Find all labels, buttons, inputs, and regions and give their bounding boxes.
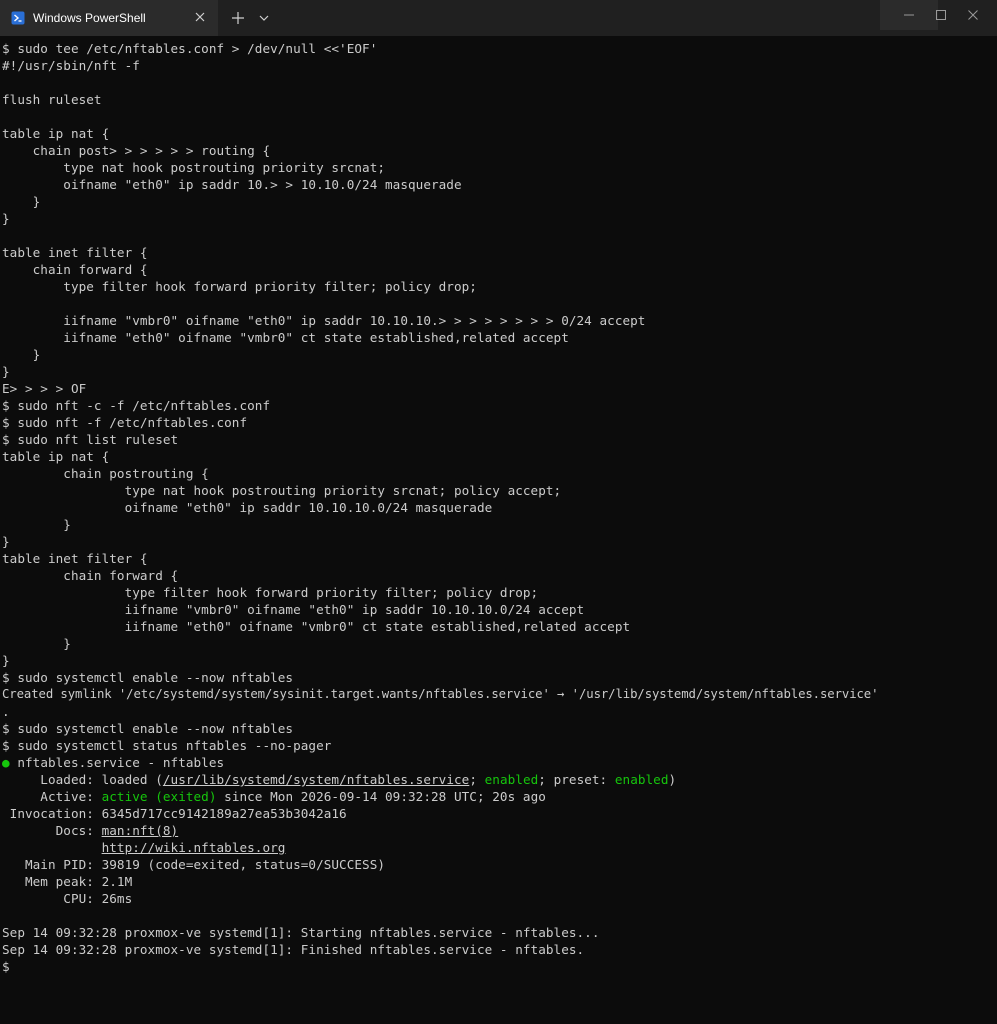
status-cpu: CPU: 26ms (2, 891, 133, 906)
terminal-line: #!/usr/sbin/nft -f (2, 58, 140, 73)
terminal-line: $ sudo tee /etc/nftables.conf > /dev/nul… (2, 41, 378, 56)
chevron-down-icon[interactable] (258, 12, 270, 24)
terminal-line: chain postrouting { (2, 466, 209, 481)
terminal-line: table ip nat { (2, 126, 110, 141)
terminal-output[interactable]: $ sudo tee /etc/nftables.conf > /dev/nul… (0, 38, 997, 1024)
loaded-post: ) (668, 772, 677, 787)
terminal-line: $ sudo nft list ruleset (2, 432, 179, 447)
title-bar: Windows PowerShell (0, 0, 997, 36)
plus-icon[interactable] (230, 10, 246, 26)
terminal-line: $ sudo systemctl status nftables --no-pa… (2, 738, 332, 753)
docs-link-wiki[interactable]: http://wiki.nftables.org (102, 840, 286, 855)
status-header-line: ● nftables.service - nftables (2, 754, 224, 771)
terminal-line: Created symlink '/etc/systemd/system/sys… (2, 687, 879, 701)
terminal-line: chain forward { (2, 262, 148, 277)
terminal-line: } (2, 534, 10, 549)
terminal-line: iifname "eth0" oifname "vmbr0" ct state … (2, 619, 631, 634)
terminal-line: chain forward { (2, 568, 179, 583)
status-invocation: Invocation: 6345d717cc9142189a27ea53b304… (2, 806, 347, 821)
enabled-state: enabled (484, 772, 539, 787)
terminal-line: } (2, 636, 71, 651)
terminal-line: flush ruleset (2, 92, 102, 107)
loaded-label: Loaded: (2, 772, 102, 787)
terminal-line: iifname "eth0" oifname "vmbr0" ct state … (2, 330, 569, 345)
powershell-icon (11, 11, 25, 25)
status-main-pid: Main PID: 39819 (code=exited, status=0/S… (2, 857, 386, 872)
terminal-line: type nat hook postrouting priority srcna… (2, 160, 386, 175)
status-mem-peak: Mem peak: 2.1M (2, 874, 133, 889)
window-close-button[interactable] (944, 0, 997, 30)
status-docs-line: Docs: man:nft(8) (2, 822, 179, 839)
prompt-line: $ (2, 959, 10, 974)
terminal-line: table inet filter { (2, 245, 148, 260)
preset-state: enabled (614, 772, 669, 787)
log-line: Sep 14 09:32:28 proxmox-ve systemd[1]: S… (2, 925, 600, 940)
terminal-line: E> > > > OF (2, 381, 87, 396)
active-state: active (exited) (101, 789, 217, 804)
status-bullet: ● (2, 755, 10, 770)
status-header: nftables.service - nftables (9, 755, 225, 770)
tab-windows-powershell[interactable]: Windows PowerShell (0, 0, 218, 36)
terminal-line: } (2, 194, 41, 209)
active-since: since Mon 2026-09-14 09:32:28 UTC; 20s a… (216, 789, 546, 804)
status-loaded-line: Loaded: loaded (/usr/lib/systemd/system/… (2, 771, 676, 788)
docs-label: Docs: (2, 823, 102, 838)
terminal-line: table inet filter { (2, 551, 148, 566)
docs-link-man[interactable]: man:nft(8) (102, 823, 179, 838)
status-active-line: Active: active (exited) since Mon 2026-0… (2, 788, 546, 805)
terminal-line: type filter hook forward priority filter… (2, 279, 477, 294)
terminal-line: $ sudo nft -f /etc/nftables.conf (2, 415, 248, 430)
status-docs-line-2: http://wiki.nftables.org (2, 839, 286, 856)
terminal-line: $ sudo systemctl enable --now nftables (2, 721, 294, 736)
close-icon[interactable] (193, 10, 207, 24)
terminal-line: oifname "eth0" ip saddr 10.10.10.0/24 ma… (2, 500, 493, 515)
terminal-line: } (2, 517, 71, 532)
terminal-line: chain post> > > > > > routing { (2, 143, 271, 158)
terminal-line: } (2, 653, 10, 668)
close-icon (968, 10, 978, 20)
terminal-line: $ sudo nft -c -f /etc/nftables.conf (2, 398, 271, 413)
terminal-line: iifname "vmbr0" oifname "eth0" ip saddr … (2, 313, 646, 328)
terminal-line: type nat hook postrouting priority srcna… (2, 483, 562, 498)
terminal-line: } (2, 364, 10, 379)
terminal-line: oifname "eth0" ip saddr 10.> > 10.10.0/2… (2, 177, 462, 192)
active-label: Active: (2, 789, 102, 804)
preset-label: ; preset: (538, 772, 615, 787)
loaded-sep: ; (469, 772, 485, 787)
unit-path-link[interactable]: /usr/lib/systemd/system/nftables.service (163, 772, 469, 787)
terminal-line: $ sudo systemctl enable --now nftables (2, 670, 294, 685)
terminal-line: iifname "vmbr0" oifname "eth0" ip saddr … (2, 602, 585, 617)
terminal-line: table ip nat { (2, 449, 110, 464)
loaded-pre: loaded ( (101, 772, 163, 787)
docs-indent (2, 840, 102, 855)
terminal-line: } (2, 211, 10, 226)
terminal-line: } (2, 347, 41, 362)
terminal-line: type filter hook forward priority filter… (2, 585, 539, 600)
log-line: Sep 14 09:32:28 proxmox-ve systemd[1]: F… (2, 942, 585, 957)
terminal-line: . (2, 704, 10, 719)
tab-title: Windows PowerShell (33, 11, 146, 25)
